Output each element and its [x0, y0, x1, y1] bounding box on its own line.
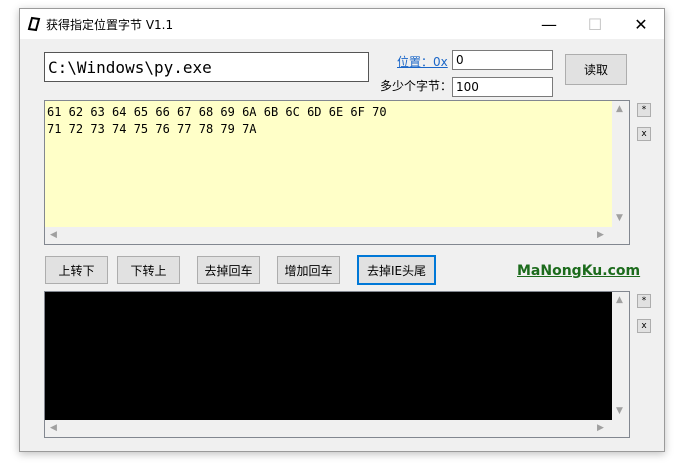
scroll-right-icon[interactable]: ▶ — [597, 423, 604, 433]
position-link[interactable]: 位置：0x — [397, 53, 448, 70]
title-bar[interactable]: 获得指定位置字节 V1.1 — ☐ ✕ — [20, 9, 664, 39]
clear-button[interactable]: x — [637, 319, 651, 333]
hex-line: 61 62 63 64 65 66 67 68 69 6A 6B 6C 6D 6… — [47, 105, 387, 119]
app-icon — [27, 16, 41, 32]
vertical-scrollbar[interactable]: ▲ ▼ — [612, 292, 629, 420]
maximize-button[interactable]: ☐ — [572, 9, 618, 39]
byte-count-input[interactable]: 100 — [452, 77, 553, 97]
star-button[interactable]: * — [637, 294, 651, 308]
remove-head-tail-button[interactable]: 去掉IE头尾 — [357, 255, 436, 285]
minimize-button[interactable]: — — [526, 9, 572, 39]
hex-line: 71 72 73 74 75 76 77 78 79 7A — [47, 122, 257, 136]
remove-newlines-button[interactable]: 去掉回车 — [197, 256, 260, 284]
vertical-scrollbar[interactable]: ▲ ▼ — [612, 101, 629, 227]
scroll-down-icon[interactable]: ▼ — [616, 213, 623, 223]
add-newlines-button[interactable]: 增加回车 — [277, 256, 340, 284]
result-output-text — [45, 292, 612, 420]
scroll-down-icon[interactable]: ▼ — [616, 406, 623, 416]
col-to-line-button[interactable]: 下转上 — [117, 256, 180, 284]
horizontal-scrollbar[interactable]: ◀ ▶ — [45, 227, 612, 244]
position-input[interactable]: 0 — [452, 50, 553, 70]
byte-count-label: 多少个字节： — [380, 79, 453, 93]
brand-link[interactable]: MaNongKu.com — [517, 263, 640, 279]
hex-output-text: 61 62 63 64 65 66 67 68 69 6A 6B 6C 6D 6… — [45, 101, 612, 227]
scroll-up-icon[interactable]: ▲ — [616, 104, 623, 114]
clear-button[interactable]: x — [637, 127, 651, 141]
window-title: 获得指定位置字节 V1.1 — [46, 18, 174, 32]
scroll-up-icon[interactable]: ▲ — [616, 295, 623, 305]
close-button[interactable]: ✕ — [618, 9, 664, 39]
scroll-right-icon[interactable]: ▶ — [597, 230, 604, 240]
main-window: 获得指定位置字节 V1.1 — ☐ ✕ C:\Windows\py.exe 位置… — [19, 8, 665, 452]
line-to-col-button[interactable]: 上转下 — [45, 256, 108, 284]
horizontal-scrollbar[interactable]: ◀ ▶ — [45, 420, 612, 437]
result-output-area[interactable]: ▲ ▼ ◀ ▶ — [44, 291, 630, 438]
scroll-left-icon[interactable]: ◀ — [50, 230, 57, 240]
hex-output-area[interactable]: 61 62 63 64 65 66 67 68 69 6A 6B 6C 6D 6… — [44, 100, 630, 245]
star-button[interactable]: * — [637, 103, 651, 117]
file-path-field[interactable]: C:\Windows\py.exe — [44, 52, 369, 82]
read-button[interactable]: 读取 — [565, 54, 627, 85]
scroll-left-icon[interactable]: ◀ — [50, 423, 57, 433]
